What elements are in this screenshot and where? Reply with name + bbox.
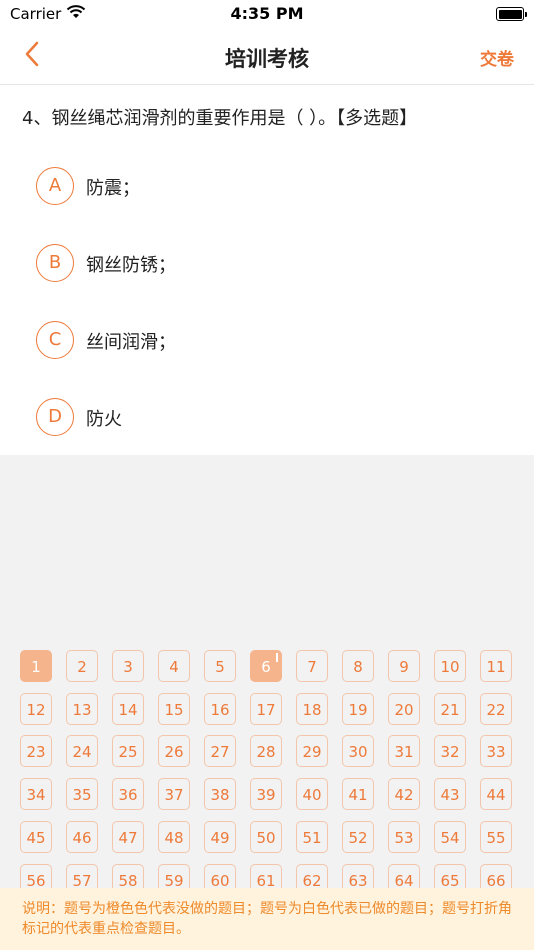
question-number-17[interactable]: 17	[250, 692, 282, 725]
question-number-34[interactable]: 34	[20, 778, 52, 811]
question-number-38[interactable]: 38	[204, 778, 236, 811]
question-number-33[interactable]: 33	[480, 735, 512, 768]
question-number-4[interactable]: 4	[158, 650, 190, 682]
option-text: 丝间润滑；	[86, 332, 176, 353]
submit-exam-button[interactable]: 交卷	[480, 45, 514, 70]
option-d[interactable]: D 防火	[36, 398, 436, 438]
question-number-3[interactable]: 3	[112, 650, 144, 682]
question-number-31[interactable]: 31	[388, 735, 420, 768]
question-number-25[interactable]: 25	[112, 735, 144, 768]
option-letter: C	[36, 321, 74, 359]
question-panel: 4、钢丝绳芯润滑剂的重要作用是（ ）。【多选题】 A 防震； B 钢丝防锈； C…	[0, 85, 534, 455]
question-number-41[interactable]: 41	[342, 778, 374, 811]
question-number-20[interactable]: 20	[388, 692, 420, 725]
option-a[interactable]: A 防震；	[36, 167, 436, 207]
option-text: 钢丝防锈；	[86, 255, 176, 276]
option-letter: D	[36, 398, 74, 436]
question-number-46[interactable]: 46	[66, 820, 98, 853]
option-text: 防火	[86, 409, 122, 430]
question-number-12[interactable]: 12	[20, 692, 52, 725]
question-number-28[interactable]: 28	[250, 735, 282, 768]
question-number-35[interactable]: 35	[66, 778, 98, 811]
question-number-32[interactable]: 32	[434, 735, 466, 768]
question-number-51[interactable]: 51	[296, 820, 328, 853]
question-number-37[interactable]: 37	[158, 778, 190, 811]
question-number-2[interactable]: 2	[66, 650, 98, 682]
question-number-26[interactable]: 26	[158, 735, 190, 768]
question-number-29[interactable]: 29	[296, 735, 328, 768]
question-number-21[interactable]: 21	[434, 692, 466, 725]
question-number-36[interactable]: 36	[112, 778, 144, 811]
question-number-14[interactable]: 14	[112, 692, 144, 725]
question-number-53[interactable]: 53	[388, 820, 420, 853]
question-number-16[interactable]: 16	[204, 692, 236, 725]
question-number-52[interactable]: 52	[342, 820, 374, 853]
question-number-44[interactable]: 44	[480, 778, 512, 811]
option-letter: B	[36, 244, 74, 282]
status-bar: Carrier 4:35 PM	[0, 0, 534, 30]
question-number-40[interactable]: 40	[296, 778, 328, 811]
question-number-5[interactable]: 5	[204, 650, 236, 682]
question-number-50[interactable]: 50	[250, 820, 282, 853]
question-number-13[interactable]: 13	[66, 692, 98, 725]
question-number-54[interactable]: 54	[434, 820, 466, 853]
question-number-30[interactable]: 30	[342, 735, 374, 768]
page-title: 培训考核	[225, 47, 309, 71]
option-text: 防震；	[86, 178, 140, 199]
question-number-7[interactable]: 7	[296, 650, 328, 682]
question-number-8[interactable]: 8	[342, 650, 374, 682]
question-number-27[interactable]: 27	[204, 735, 236, 768]
question-number-18[interactable]: 18	[296, 692, 328, 725]
question-number-22[interactable]: 22	[480, 692, 512, 725]
question-number-24[interactable]: 24	[66, 735, 98, 768]
question-number-23[interactable]: 23	[20, 735, 52, 768]
battery-icon	[496, 7, 527, 21]
question-number-48[interactable]: 48	[158, 820, 190, 853]
clock: 4:35 PM	[230, 4, 304, 23]
question-number-39[interactable]: 39	[250, 778, 282, 811]
option-letter: A	[36, 167, 74, 205]
question-number-6[interactable]: 6	[250, 650, 282, 682]
question-number-45[interactable]: 45	[20, 820, 52, 853]
question-number-43[interactable]: 43	[434, 778, 466, 811]
flag-icon	[276, 653, 278, 662]
legend-note: 说明：题号为橙色色代表没做的题目；题号为白色代表已做的题目；题号打折角标记的代表…	[0, 888, 534, 950]
question-number-9[interactable]: 9	[388, 650, 420, 682]
question-number-15[interactable]: 15	[158, 692, 190, 725]
question-number-47[interactable]: 47	[112, 820, 144, 853]
option-c[interactable]: C 丝间润滑；	[36, 321, 436, 361]
question-number-10[interactable]: 10	[434, 650, 466, 682]
question-number-42[interactable]: 42	[388, 778, 420, 811]
question-number-1[interactable]: 1	[20, 650, 52, 682]
question-number-49[interactable]: 49	[204, 820, 236, 853]
question-text: 4、钢丝绳芯润滑剂的重要作用是（ ）。【多选题】	[22, 108, 418, 129]
question-number-19[interactable]: 19	[342, 692, 374, 725]
option-b[interactable]: B 钢丝防锈；	[36, 244, 436, 284]
navigation-bar: 培训考核 交卷	[0, 30, 534, 85]
question-number-55[interactable]: 55	[480, 820, 512, 853]
question-number-11[interactable]: 11	[480, 650, 512, 682]
